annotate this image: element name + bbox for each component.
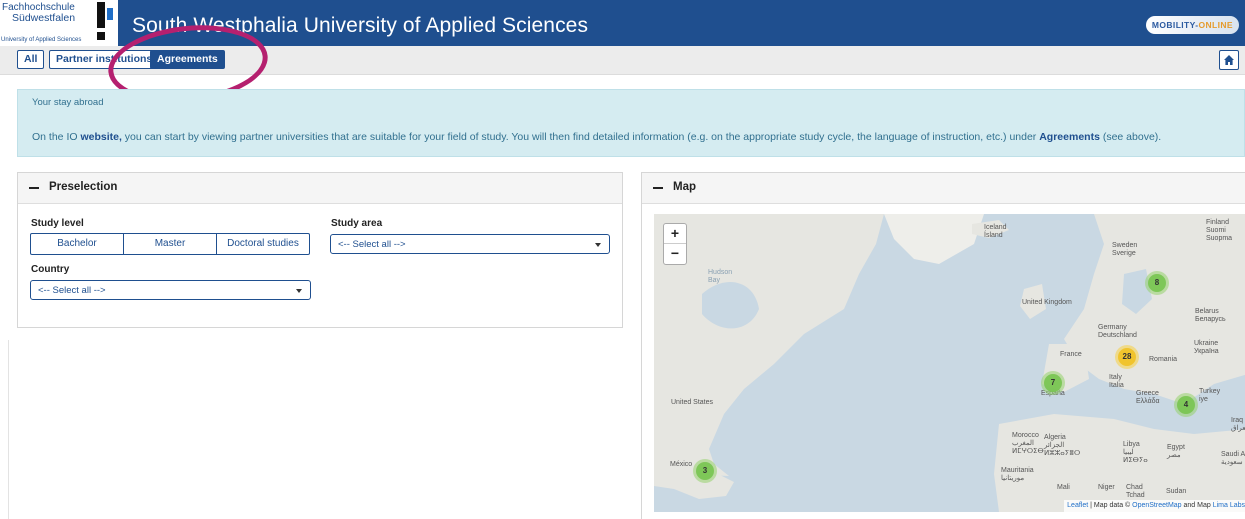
map-label-saudi: Saudi A سعودية — [1221, 451, 1245, 466]
map-header[interactable]: Map — [642, 173, 1245, 204]
map-label-mali: Mali — [1057, 484, 1070, 491]
logo-text-line3: University of Applied Sciences — [1, 37, 82, 43]
map-label-italy: Italy Italia — [1109, 374, 1124, 389]
osm-link[interactable]: OpenStreetMap — [1132, 502, 1181, 509]
study-level-label: Study level — [31, 218, 84, 229]
cluster-count: 8 — [1148, 274, 1166, 292]
map-label-libya: Libya ليبيا ⵍⵉⴱⵢⴰ — [1123, 441, 1148, 464]
marker-cluster[interactable]: 3 — [693, 459, 717, 483]
map-label-ukraine: Ukraine Україна — [1194, 340, 1219, 355]
map-label-finland: Finland Suomi Suopma — [1206, 219, 1233, 242]
map-attribution: Leaflet | Map data © OpenStreetMap and M… — [1064, 500, 1245, 512]
map-panel: Map + − Iceland Ísland Finland Suomi Suo… — [641, 172, 1245, 519]
university-logo[interactable]: Fachhochschule Südwestfalen University o… — [0, 0, 118, 46]
marker-cluster[interactable]: 28 — [1115, 345, 1139, 369]
zoom-in-button[interactable]: + — [664, 224, 686, 243]
study-level-doctoral[interactable]: Doctoral studies — [216, 234, 309, 254]
map-label-belarus: Belarus Беларусь — [1195, 308, 1226, 323]
home-button[interactable] — [1219, 50, 1239, 70]
info-alert: Your stay abroad On the IO website, you … — [17, 89, 1245, 157]
map-title: Map — [673, 181, 696, 193]
collapse-icon[interactable] — [653, 187, 663, 189]
cluster-count: 7 — [1044, 374, 1062, 392]
chevron-down-icon — [595, 243, 601, 247]
map-label-chad: Chad Tchad — [1126, 484, 1145, 499]
nav-bar: All Partner institutions Agreements — [0, 46, 1245, 75]
info-title: Your stay abroad — [32, 97, 104, 108]
info-text-part3: (see above). — [1099, 131, 1162, 143]
tab-partner-institutions[interactable]: Partner institutions — [49, 50, 160, 69]
country-label: Country — [31, 264, 70, 275]
tab-all[interactable]: All — [17, 50, 45, 69]
tab-agreements[interactable]: Agreements — [150, 50, 225, 69]
cluster-count: 3 — [696, 462, 714, 480]
map-label-mexico: México — [670, 461, 693, 468]
map-label-iceland: Iceland Ísland — [984, 224, 1007, 239]
country-value: <-- Select all --> — [38, 285, 106, 296]
map-label-algeria: Algeria الجزائر ⵍⵣⵣⴰⵢⴻⵔ — [1044, 434, 1081, 457]
study-area-label: Study area — [331, 218, 383, 229]
collapse-icon[interactable] — [29, 187, 39, 189]
cluster-count: 28 — [1118, 348, 1136, 366]
country-select[interactable]: <-- Select all --> — [30, 280, 311, 300]
info-text: On the IO website, you can start by view… — [32, 131, 1161, 143]
study-level-selector: Bachelor Master Doctoral studies — [30, 233, 310, 255]
map-label-us: United States — [671, 399, 714, 406]
logo-exclamation-mark — [97, 2, 105, 40]
page-title: South Westphalia University of Applied S… — [132, 14, 589, 37]
zoom-control: + − — [663, 223, 687, 265]
study-level-master[interactable]: Master — [123, 234, 216, 254]
map-label-greece: Greece Ελλάδα — [1136, 390, 1160, 405]
preselection-header[interactable]: Preselection — [18, 173, 622, 204]
website-link[interactable]: website, — [80, 131, 121, 143]
agreements-emphasis: Agreements — [1039, 131, 1100, 143]
preselection-panel: Preselection Study level Bachelor Master… — [17, 172, 623, 328]
left-divider — [8, 340, 9, 519]
map-label-romania: Romania — [1149, 356, 1178, 363]
map-label-mauritania: Mauritania موريتانيا — [1001, 467, 1034, 482]
attribution-and: and Map — [1181, 502, 1213, 509]
study-level-bachelor[interactable]: Bachelor — [31, 234, 123, 254]
preselection-title: Preselection — [49, 181, 118, 193]
map-label-sweden: Sweden Sverige — [1112, 242, 1138, 257]
marker-cluster[interactable]: 8 — [1145, 271, 1169, 295]
map-label-niger: Niger — [1098, 484, 1115, 491]
lima-labs-link[interactable]: Lima Labs — [1213, 502, 1245, 509]
cluster-count: 4 — [1177, 396, 1195, 414]
map-canvas[interactable]: + − Iceland Ísland Finland Suomi Suopma … — [654, 214, 1245, 512]
map-label-hudson-bay: Hudson Bay — [708, 269, 733, 284]
attribution-text: | Map data © — [1088, 502, 1133, 509]
home-icon — [1224, 55, 1234, 65]
leaflet-link[interactable]: Leaflet — [1067, 502, 1088, 509]
app-header: Fachhochschule Südwestfalen University o… — [0, 0, 1245, 46]
logo-accent-bar — [107, 8, 113, 20]
map-label-germany: Germany Deutschland — [1098, 324, 1137, 339]
map-label-uk: United Kingdom — [1022, 299, 1072, 306]
study-area-value: <-- Select all --> — [338, 239, 406, 250]
map-label-iraq: Iraq العراق — [1231, 417, 1245, 432]
map-label-sudan: Sudan — [1166, 488, 1187, 495]
marker-cluster[interactable]: 4 — [1174, 393, 1198, 417]
map-label-turkey: Turkey iye — [1199, 388, 1221, 403]
mobility-logo-text: MOBILITY- — [1151, 20, 1199, 30]
mobility-online-logo: MOBILITY-ONLINE — [1145, 16, 1239, 34]
zoom-out-button[interactable]: − — [664, 243, 686, 263]
marker-cluster[interactable]: 7 — [1041, 371, 1065, 395]
mobility-logo-accent: ONLINE — [1198, 20, 1233, 30]
map-label-egypt: Egypt مصر — [1167, 444, 1185, 459]
logo-text-line2: Südwestfalen — [12, 12, 76, 24]
map-label-morocco: Morocco المغرب ⵍⵎⵖⵔⵉⴱ — [1012, 432, 1044, 455]
info-text-part2: you can start by viewing partner univers… — [121, 131, 1040, 143]
chevron-down-icon — [296, 289, 302, 293]
study-area-select[interactable]: <-- Select all --> — [330, 234, 610, 254]
info-text-part1: On the IO — [32, 131, 81, 143]
map-label-france: France — [1060, 351, 1082, 358]
